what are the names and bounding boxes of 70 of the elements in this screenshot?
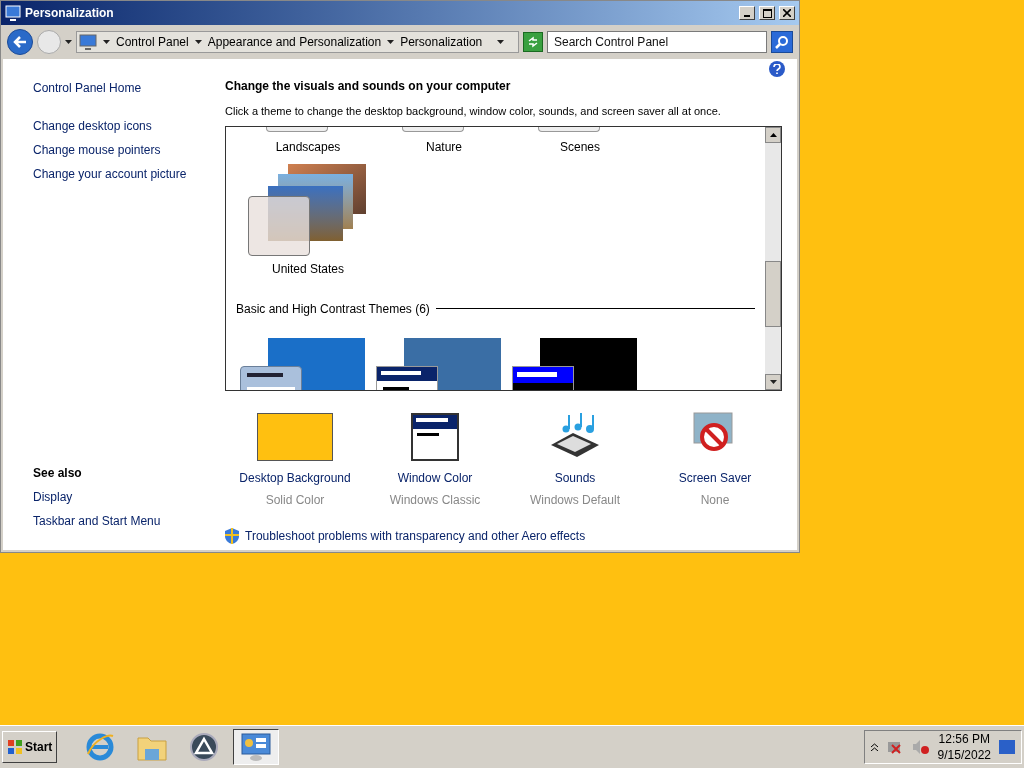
shield-icon	[225, 527, 239, 544]
search-field[interactable]: Search Control Panel	[547, 31, 767, 53]
theme-thumbnail[interactable]	[402, 126, 464, 132]
theme-name[interactable]: United States	[271, 259, 344, 278]
clock-time: 12:56 PM	[938, 731, 990, 747]
theme-name[interactable]: Landscapes	[275, 137, 341, 156]
search-icon	[775, 35, 789, 49]
address-bar[interactable]: Control Panel Appearance and Personalization Personalization	[76, 31, 519, 53]
page-description: Click a theme to change the desktop background, window color, sounds, and screen saver all at once.	[225, 104, 722, 119]
refresh-button[interactable]	[523, 32, 543, 52]
breadcrumb[interactable]: Appearance and Personalization	[207, 33, 382, 51]
sidebar-link[interactable]: Change your account picture	[33, 165, 225, 183]
sidebar-link[interactable]: Change desktop icons	[33, 117, 225, 135]
setting-value: Windows Classic	[389, 491, 481, 509]
setting-link[interactable]: Screen Saver	[678, 468, 752, 487]
maximize-icon	[762, 8, 772, 18]
monitor-icon	[79, 34, 97, 50]
question-mark-icon	[773, 64, 781, 74]
window-color-icon	[411, 412, 459, 461]
breadcrumb[interactable]: Personalization	[400, 33, 483, 51]
theme-thumbnail[interactable]	[538, 126, 600, 132]
theme-name[interactable]: Nature	[426, 137, 462, 156]
see-also-link[interactable]: Display	[33, 488, 225, 506]
sidebar-link[interactable]: Change mouse pointers	[33, 141, 225, 159]
see-also-link[interactable]: Taskbar and Start Menu	[33, 512, 225, 530]
maximize-button[interactable]	[759, 6, 775, 20]
search-button[interactable]	[771, 31, 793, 53]
breadcrumb[interactable]: Control Panel	[116, 33, 189, 51]
windows-logo-icon	[7, 739, 23, 755]
close-icon	[783, 9, 791, 17]
setting-value: Solid Color	[265, 491, 325, 509]
taskbar-app-button[interactable]	[233, 729, 280, 765]
setting-value: None	[700, 491, 730, 509]
minimize-button[interactable]	[739, 6, 755, 20]
show-desktop-icon	[999, 740, 1015, 754]
close-button[interactable]	[779, 6, 795, 20]
browser-e-icon	[85, 732, 116, 762]
setting-link[interactable]: Sounds	[554, 468, 596, 487]
scrollbar[interactable]	[765, 126, 781, 390]
theme-name[interactable]: Scenes	[560, 137, 600, 156]
network-error-icon	[885, 739, 904, 755]
chevron-up-icon	[870, 743, 878, 751]
landscape-stack-thumbnail[interactable]	[248, 163, 368, 256]
monitor-icon	[5, 5, 21, 21]
caret-icon	[387, 40, 395, 44]
setting-value: Windows Default	[529, 491, 620, 509]
caret-icon	[194, 40, 202, 44]
caret-icon	[497, 40, 504, 44]
window-title: Personalization	[25, 5, 115, 22]
back-button[interactable]	[7, 29, 33, 55]
speaker-muted-icon	[911, 739, 930, 755]
see-also-heading: See also	[33, 465, 83, 482]
section-heading: Basic and High Contrast Themes (6)	[236, 300, 430, 318]
arrow-up-icon	[769, 132, 777, 137]
setting-link[interactable]: Desktop Background	[239, 468, 351, 487]
caret-icon	[103, 40, 110, 44]
refresh-arrows-icon	[527, 36, 539, 48]
theme-thumbnail[interactable]	[266, 126, 328, 132]
arrow-left-icon	[13, 36, 27, 48]
caret-icon	[769, 379, 777, 384]
clock-date: 9/15/2022	[937, 747, 991, 763]
monitor-panel-icon	[240, 732, 273, 762]
caret-icon	[65, 40, 72, 44]
triangle-logo-icon	[189, 732, 220, 762]
troubleshoot-link[interactable]: Troubleshoot problems with transparency and other Aero effects	[245, 526, 586, 545]
start-button[interactable]: Start	[2, 731, 58, 763]
page-heading: Change the visuals and sounds on your computer	[225, 78, 512, 95]
help-button[interactable]	[769, 61, 785, 77]
sidebar-link[interactable]: Control Panel Home	[33, 79, 225, 97]
setting-link[interactable]: Window Color	[397, 468, 473, 487]
